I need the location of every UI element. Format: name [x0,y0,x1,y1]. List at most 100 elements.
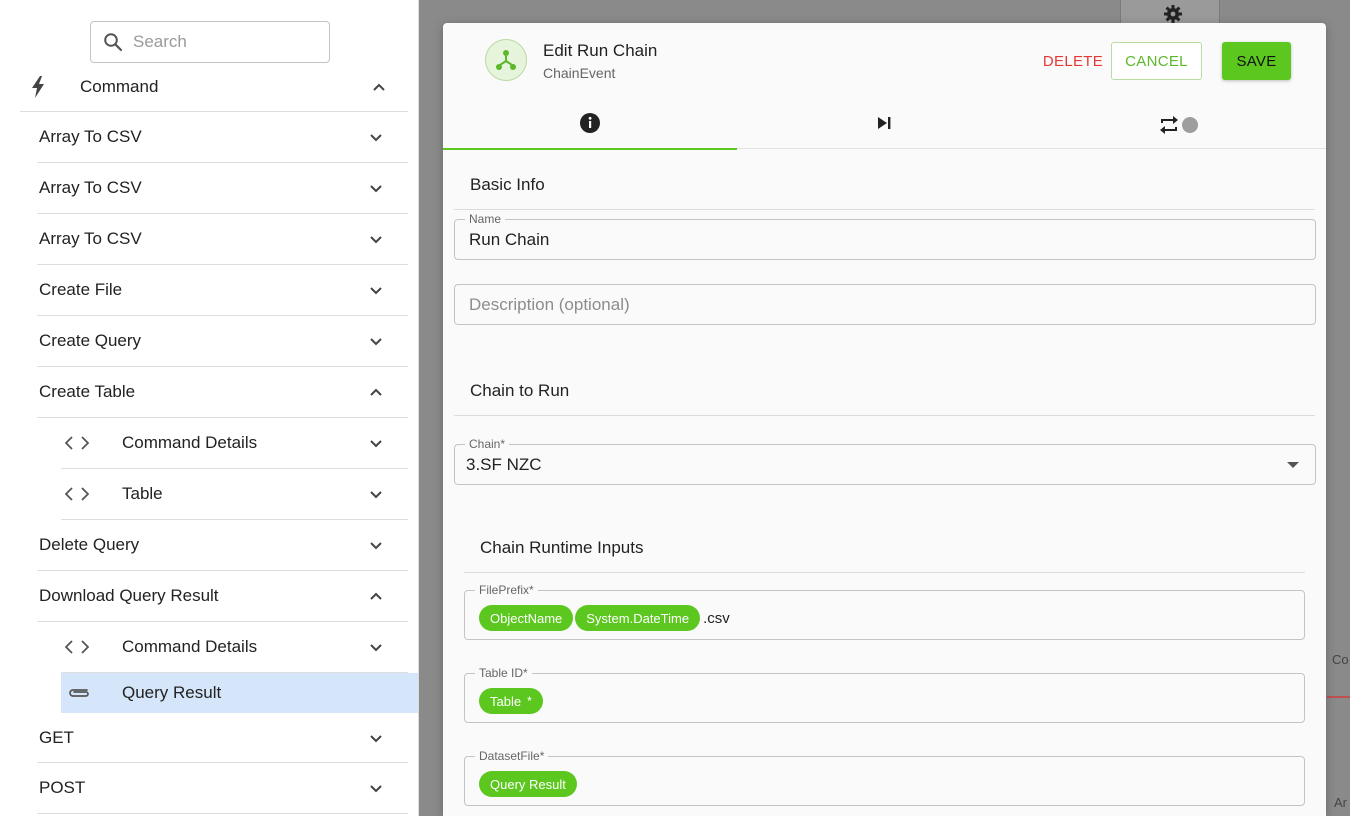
runtime-inputs-heading: Chain Runtime Inputs [480,538,644,557]
list-subitem-table[interactable]: Table [61,469,408,520]
save-button[interactable]: SAVE [1222,42,1291,80]
paperclip-icon [67,684,91,702]
list-item-post[interactable]: POST [37,763,408,814]
list-item-create-file[interactable]: Create File [37,265,408,316]
list-item-label: Download Query Result [39,586,219,605]
tab-info[interactable] [443,101,737,150]
list-item-array-to-csv-2[interactable]: Array To CSV [37,163,408,214]
list-item-label: Command Details [122,433,258,452]
canvas-partial-label-bottom: Ar [1334,795,1347,810]
chevron-down-icon[interactable] [369,538,383,552]
list-item-get[interactable]: GET [37,713,408,763]
list-item-label: Create File [39,280,123,299]
list-item-label: Query Result [122,683,222,702]
chevron-up-icon[interactable] [372,80,386,94]
lightning-bolt-icon [24,73,52,101]
list-item-create-query[interactable]: Create Query [37,316,408,367]
chain-to-run-heading: Chain to Run [470,381,570,400]
list-subitem-query-result[interactable]: Query Result [61,673,418,713]
file-prefix-chips: ObjectName System.DateTime .csv [479,605,730,631]
canvas-connector [1327,696,1350,698]
chip-object-name[interactable]: ObjectName [479,605,574,631]
list-subitem-command-details-2[interactable]: Command Details [61,622,408,673]
name-field-value: Run Chain [469,230,550,249]
sidebar: Command Array To CSV Array To CSV Array … [0,0,419,816]
chip-table[interactable]: Table * [479,688,543,714]
divider [454,209,1315,210]
list-item-delete-query[interactable]: Delete Query [37,520,408,571]
code-brackets-icon [65,638,89,656]
chip-system-datetime[interactable]: System.DateTime [575,605,701,631]
chevron-down-icon[interactable] [369,130,383,144]
chevron-down-icon[interactable] [369,731,383,745]
table-id-field[interactable]: Table ID* Table * [464,666,1305,723]
code-brackets-icon [65,485,89,503]
list-item-label: Create Query [39,331,142,350]
divider [454,415,1315,416]
chevron-down-icon[interactable] [369,232,383,246]
chevron-down-icon[interactable] [369,781,383,795]
dataset-file-field[interactable]: DatasetFile* Query Result [464,749,1305,806]
chevron-down-icon[interactable] [369,334,383,348]
description-placeholder: Description (optional) [469,295,630,314]
list-item-label: Delete Query [39,535,140,554]
list-item-label: Command Details [122,637,258,656]
table-id-label: Table ID* [475,666,532,680]
chevron-up-icon[interactable] [369,385,383,399]
chevron-down-icon[interactable] [369,487,383,501]
file-prefix-field[interactable]: FilePrefix* ObjectName System.DateTime .… [464,583,1305,640]
list-item-label: Create Table [39,382,136,401]
command-section-label: Command [80,76,159,96]
file-prefix-label: FilePrefix* [475,583,538,597]
tab-next[interactable] [737,101,1031,149]
file-prefix-suffix: .csv [703,609,730,627]
chevron-down-icon[interactable] [369,640,383,654]
list-subitem-command-details[interactable]: Command Details [61,418,408,469]
list-item-label: Array To CSV [39,127,142,146]
skip-next-icon [876,115,892,136]
cancel-button[interactable]: CANCEL [1111,42,1202,80]
chevron-down-icon[interactable] [369,283,383,297]
canvas-partial-label: Co [1332,652,1349,667]
list-item-label: Array To CSV [39,229,142,248]
edit-run-chain-dialog: Edit Run Chain ChainEvent DELETE CANCEL … [443,23,1326,816]
basic-info-heading: Basic Info [470,175,545,194]
list-item-label: POST [39,778,86,797]
command-section-header[interactable]: Command [20,62,408,112]
list-item-array-to-csv-1[interactable]: Array To CSV [37,112,408,163]
chevron-up-icon[interactable] [369,589,383,603]
dropdown-arrow-icon[interactable] [1287,462,1299,468]
toggle-dot-icon [1182,117,1198,133]
search-icon [104,33,123,52]
table-id-chips: Table * [479,688,545,714]
description-field[interactable]: Description (optional) [454,284,1316,325]
chain-event-icon [485,39,527,81]
list-item-label: Table [122,484,163,503]
dataset-file-chips: Query Result [479,771,579,797]
chain-select[interactable]: Chain* 3.SF NZC [454,437,1316,485]
name-field[interactable]: Name Run Chain [454,212,1316,260]
code-brackets-icon [65,434,89,452]
chevron-down-icon[interactable] [369,181,383,195]
dialog-subtitle: ChainEvent [543,65,616,81]
command-list: Array To CSV Array To CSV Array To CSV C… [37,112,418,814]
list-item-label: GET [39,727,74,747]
name-field-label: Name [465,212,506,226]
dialog-title: Edit Run Chain [543,41,658,60]
chevron-down-icon[interactable] [369,436,383,450]
dialog-tabs [443,101,1326,150]
list-item-array-to-csv-3[interactable]: Array To CSV [37,214,408,265]
chip-star: * [527,694,532,708]
info-icon [579,112,601,139]
list-item-create-table[interactable]: Create Table [37,367,408,418]
search-input[interactable] [133,32,323,52]
chip-label: Table [490,693,522,709]
list-item-download-query-result[interactable]: Download Query Result [37,571,408,622]
chain-select-label: Chain* [465,437,510,451]
dataset-file-label: DatasetFile* [475,749,549,763]
chain-select-value: 3.SF NZC [466,455,542,474]
list-item-label: Array To CSV [39,178,142,197]
chip-query-result[interactable]: Query Result [479,771,577,797]
tab-repeat[interactable] [1031,101,1325,149]
search-box[interactable] [90,21,330,63]
